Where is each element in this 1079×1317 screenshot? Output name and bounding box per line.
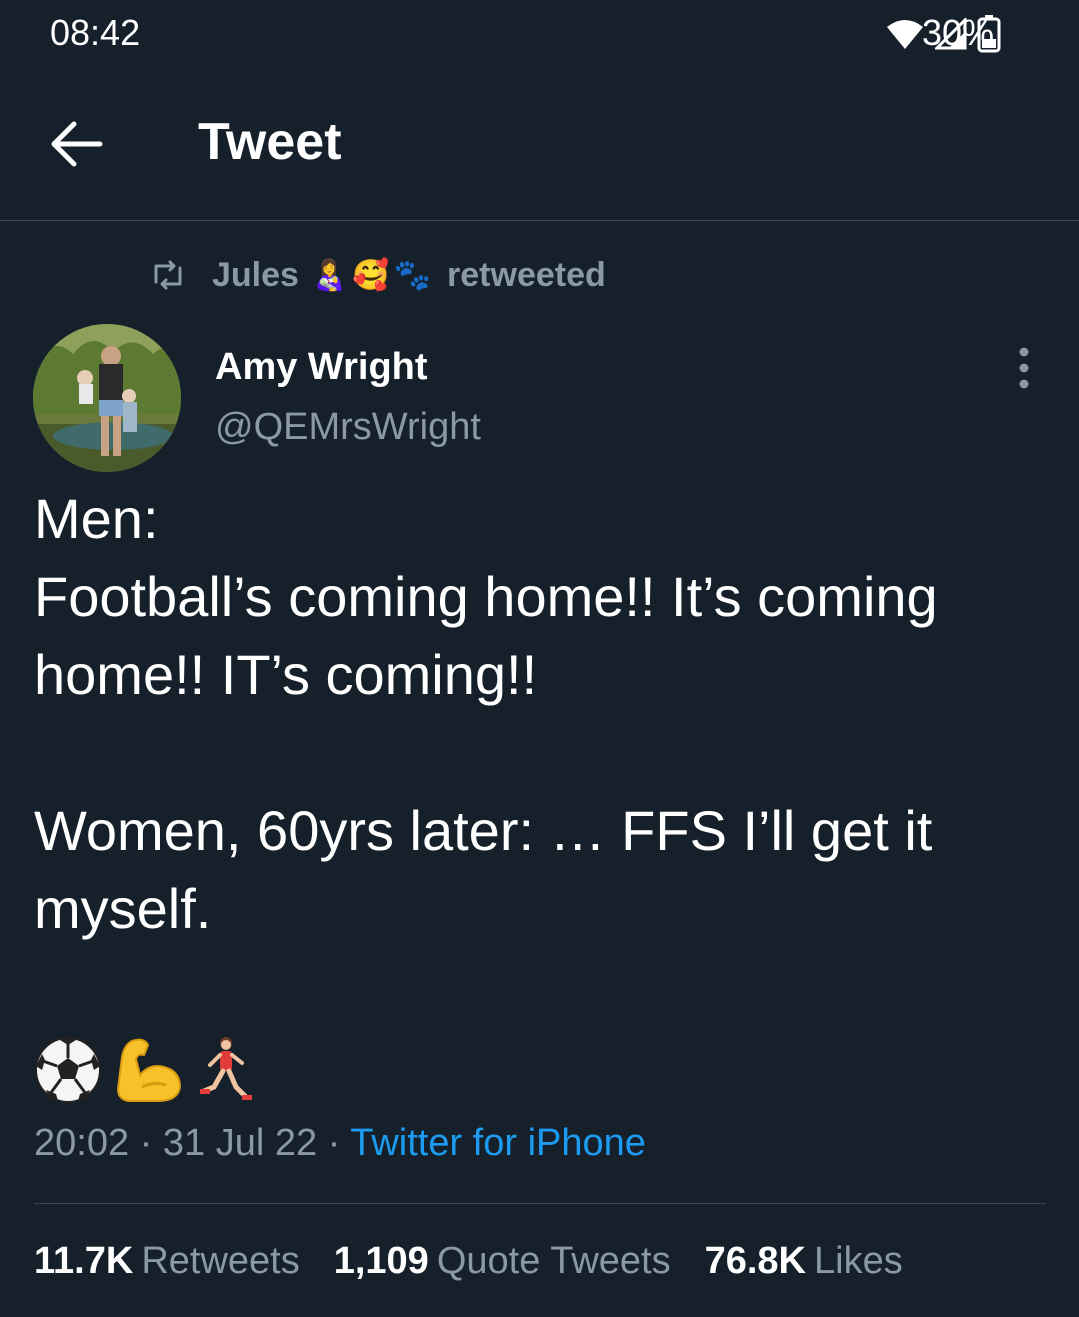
meta-separator: ·: [317, 1122, 351, 1164]
soccer-ball-icon: [35, 1037, 101, 1103]
author-handle[interactable]: @QEMrsWright: [215, 406, 481, 449]
tweet-date: 31 Jul 22: [162, 1122, 318, 1164]
wifi-icon: [887, 20, 923, 49]
retweeter-name: Jules: [212, 255, 299, 294]
retweeter-emoji: 🐾: [393, 258, 432, 292]
more-options-button[interactable]: [1004, 346, 1044, 392]
likes-count: 76.8K: [704, 1240, 806, 1282]
quote-tweets-stat[interactable]: 1,109 Quote Tweets: [334, 1240, 671, 1283]
tweet-stats: 11.7K Retweets 1,109 Quote Tweets 76.8K Lik…: [34, 1240, 903, 1283]
retweets-label: Retweets: [141, 1240, 300, 1282]
retweeter-emoji: 🥰: [352, 258, 390, 292]
page-title: Tweet: [198, 113, 342, 171]
retweet-icon: [154, 260, 182, 290]
back-arrow-icon: [51, 121, 103, 167]
avatar[interactable]: [33, 324, 181, 472]
quote-tweets-count: 1,109: [333, 1240, 429, 1282]
likes-stat[interactable]: 76.8K Likes: [705, 1240, 903, 1283]
tweet-emoji-row: [34, 1032, 256, 1108]
meta-separator: ·: [129, 1122, 163, 1164]
header: Tweet: [0, 70, 1079, 221]
retweeter-emoji: 👩‍🍼: [310, 258, 349, 292]
divider: [34, 1203, 1046, 1204]
retweets-count: 11.7K: [34, 1240, 134, 1282]
tweet-time: 20:02: [34, 1122, 130, 1164]
woman-running-icon: [200, 1037, 252, 1100]
status-time: 08:42: [50, 12, 141, 53]
retweets-stat[interactable]: 11.7K Retweets: [34, 1240, 300, 1283]
more-vertical-icon: [1019, 347, 1029, 389]
tweet-source-link[interactable]: Twitter for iPhone: [350, 1122, 646, 1164]
tweet-meta: 20:02 · 31 Jul 22 · Twitter for iPhone: [34, 1122, 646, 1165]
flexed-biceps-icon: [116, 1038, 182, 1102]
likes-label: Likes: [814, 1240, 903, 1282]
back-button[interactable]: [48, 118, 106, 170]
author-name[interactable]: Amy Wright: [215, 346, 428, 389]
quote-tweets-label: Quote Tweets: [436, 1240, 671, 1282]
tweet-text: Men: Football’s coming home!! It’s comin…: [34, 487, 938, 940]
avatar-image: [33, 324, 181, 472]
retweet-context[interactable]: Jules 👩‍🍼 🥰 🐾 retweeted: [150, 250, 606, 300]
status-bar: 08:42 30%: [0, 0, 1079, 70]
tweet-detail-screen: 08:42 30% Tweet: [0, 0, 1079, 1317]
battery-percentage: 30%: [922, 12, 995, 53]
retweeted-label: retweeted: [447, 255, 606, 294]
